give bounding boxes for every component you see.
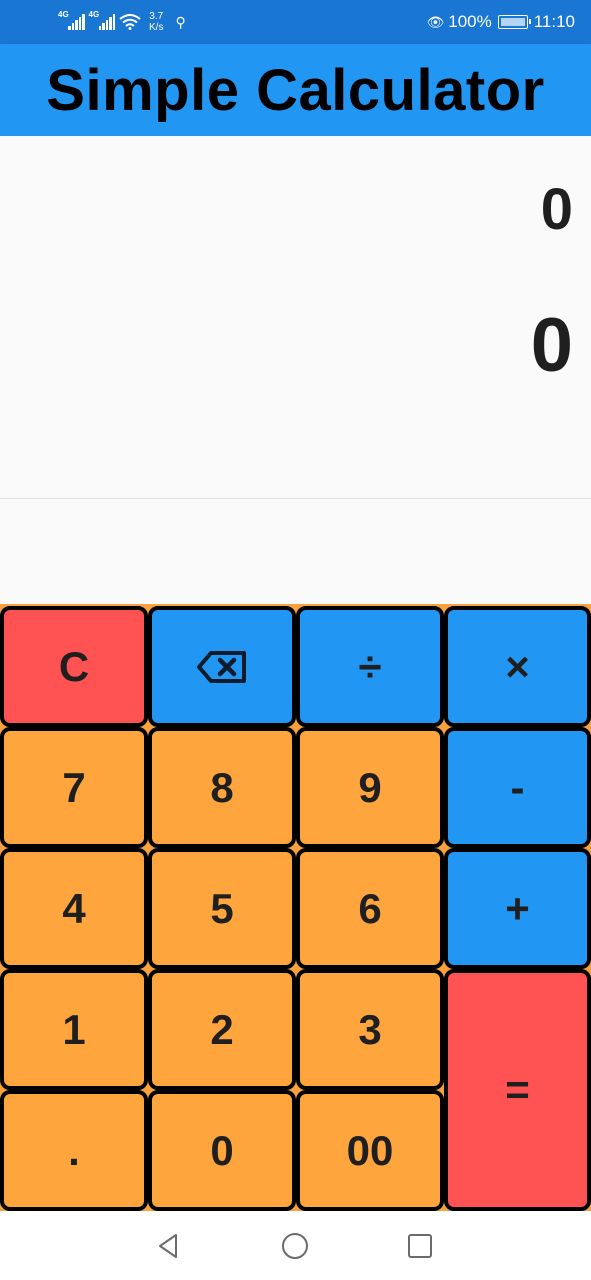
eye-comfort-icon: 👁 xyxy=(426,13,445,30)
battery-icon xyxy=(497,15,531,29)
subtract-button[interactable]: - xyxy=(444,727,591,848)
home-button[interactable] xyxy=(278,1229,312,1263)
clock: 11:10 xyxy=(533,12,575,31)
recents-button[interactable] xyxy=(403,1229,437,1263)
cellular-signal-icon: 4G xyxy=(89,10,115,30)
decimal-button[interactable]: . xyxy=(0,1090,148,1211)
digit-2-button[interactable]: 2 xyxy=(148,969,296,1090)
divide-button[interactable]: ÷ xyxy=(296,606,444,727)
digit-4-button[interactable]: 4 xyxy=(0,848,148,969)
wifi-icon xyxy=(119,14,141,30)
double-zero-button[interactable]: 00 xyxy=(296,1090,444,1211)
battery-percent: 100% xyxy=(448,12,492,31)
backspace-button[interactable] xyxy=(148,606,296,727)
digit-9-button[interactable]: 9 xyxy=(296,727,444,848)
recents-square-icon xyxy=(408,1234,432,1258)
keypad: C ÷ × 7 8 9 - 4 5 6 + 1 2 3 = . 0 00 xyxy=(0,604,591,1211)
speed-unit: K/s xyxy=(149,22,164,33)
digit-8-button[interactable]: 8 xyxy=(148,727,296,848)
equation-text: 0 xyxy=(540,177,573,242)
usb-icon: ⚲ xyxy=(175,13,186,30)
back-button[interactable] xyxy=(152,1229,186,1263)
system-nav-bar xyxy=(0,1211,591,1280)
divider xyxy=(0,498,591,499)
calculator-display: 0 0 xyxy=(0,136,591,498)
digit-3-button[interactable]: 3 xyxy=(296,969,444,1090)
page-title: Simple Calculator xyxy=(46,57,545,123)
digit-0-button[interactable]: 0 xyxy=(148,1090,296,1211)
digit-6-button[interactable]: 6 xyxy=(296,848,444,969)
speed-value: 3.7 xyxy=(149,11,164,22)
network-type-label: 4G xyxy=(58,10,69,19)
backspace-icon xyxy=(197,650,246,683)
network-speed: 3.7 K/s xyxy=(149,11,163,33)
digit-7-button[interactable]: 7 xyxy=(0,727,148,848)
home-circle-icon xyxy=(282,1233,308,1259)
cellular-signal-icon: 4G xyxy=(58,10,85,30)
result-text: 0 xyxy=(530,303,573,388)
digit-1-button[interactable]: 1 xyxy=(0,969,148,1090)
network-type-label: 4G xyxy=(88,10,100,19)
app-bar: Simple Calculator xyxy=(0,44,591,136)
equals-button[interactable]: = xyxy=(444,969,591,1211)
back-triangle-icon xyxy=(159,1234,177,1258)
clear-button[interactable]: C xyxy=(0,606,148,727)
status-bar: 4G 4G 3.7 K/s ⚲ 👁 100% 11:10 xyxy=(0,0,591,44)
add-button[interactable]: + xyxy=(444,848,591,969)
digit-5-button[interactable]: 5 xyxy=(148,848,296,969)
multiply-button[interactable]: × xyxy=(444,606,591,727)
